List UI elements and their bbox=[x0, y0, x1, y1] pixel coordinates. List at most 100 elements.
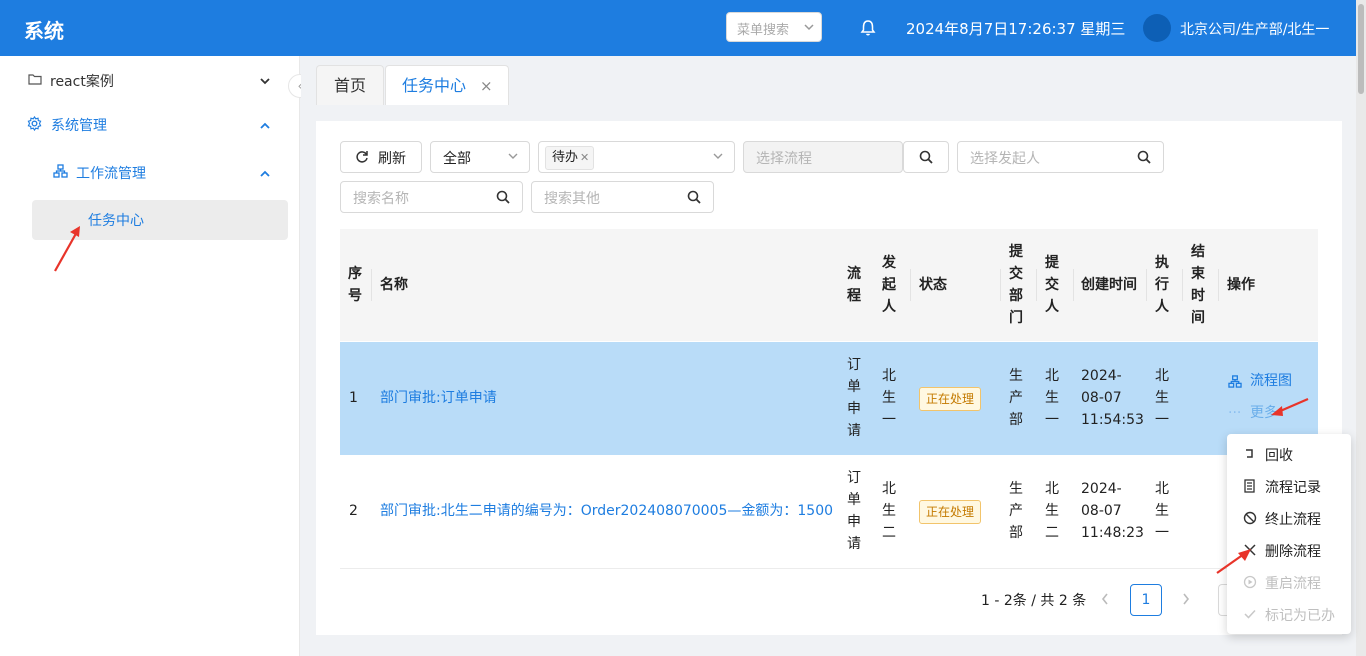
flowchart-link[interactable]: 流程图 bbox=[1250, 370, 1292, 392]
cell-initiator: 北生二 bbox=[882, 481, 896, 541]
more-actions-menu: 回收 流程记录 终止流程 删除流程 重启流程 标记为已办 bbox=[1227, 434, 1351, 634]
chevron-down-icon[interactable] bbox=[259, 75, 271, 91]
tab-home[interactable]: 首页 bbox=[316, 65, 384, 105]
search-icon bbox=[687, 190, 701, 208]
task-name-link[interactable]: 部门审批:订单申请 bbox=[380, 387, 497, 409]
menu-search-select[interactable]: 菜单搜索 bbox=[726, 12, 822, 42]
refresh-label: 刷新 bbox=[378, 151, 406, 167]
th-flow: 流程 bbox=[847, 266, 861, 304]
refresh-button[interactable]: 刷新 bbox=[340, 141, 422, 173]
flow-placeholder: 选择流程 bbox=[756, 151, 812, 167]
status-badge: 正在处理 bbox=[919, 387, 982, 411]
record-icon bbox=[1243, 479, 1257, 497]
chevron-down-icon bbox=[712, 150, 724, 166]
th-created: 创建时间 bbox=[1081, 277, 1137, 293]
sidebar-item-react[interactable]: react案例 bbox=[50, 71, 114, 91]
table-row[interactable]: 2 部门审批:北生二申请的编号为：Order202408070005—金额为：1… bbox=[340, 455, 1318, 569]
current-datetime: 2024年8月7日17:26:37 星期三 bbox=[906, 20, 1126, 38]
th-executor: 执行人 bbox=[1155, 255, 1169, 315]
th-initiator: 发起人 bbox=[882, 255, 896, 315]
chevron-down-icon bbox=[803, 21, 815, 37]
th-dept: 提交部门 bbox=[1009, 244, 1023, 326]
initiator-search-input[interactable]: 选择发起人 bbox=[957, 141, 1164, 173]
page-scrollbar[interactable] bbox=[1356, 0, 1366, 656]
cell-executor: 北生一 bbox=[1155, 481, 1169, 541]
gear-icon bbox=[27, 115, 42, 135]
cell-dept: 生产部 bbox=[1009, 368, 1023, 428]
scope-select[interactable]: 全部 bbox=[430, 141, 530, 173]
column-divider bbox=[1146, 269, 1147, 301]
tabs-bar: 首页 任务中心 × bbox=[301, 56, 1356, 106]
cell-flow: 订单申请 bbox=[847, 357, 861, 439]
cell-flow: 订单申请 bbox=[847, 470, 861, 552]
tab-label: 任务中心 bbox=[402, 76, 467, 95]
avatar[interactable] bbox=[1143, 14, 1171, 42]
folder-icon bbox=[28, 73, 42, 89]
th-index: 序号 bbox=[348, 266, 362, 304]
prev-page-icon[interactable] bbox=[1100, 592, 1110, 610]
annotation-arrow bbox=[54, 226, 80, 272]
table-row[interactable]: 1 部门审批:订单申请 订单申请 北生一 正在处理 生产部 北生一 2024- 0… bbox=[340, 342, 1318, 456]
status-multiselect[interactable]: 待办 ✕ bbox=[538, 141, 735, 173]
cell-index: 2 bbox=[349, 503, 358, 519]
column-divider bbox=[371, 269, 372, 301]
page-number-current[interactable]: 1 bbox=[1130, 584, 1162, 616]
user-org-label[interactable]: 北京公司/生产部/北生一 bbox=[1180, 19, 1329, 39]
search-icon bbox=[1137, 150, 1151, 168]
refresh-icon bbox=[355, 150, 369, 168]
search-icon bbox=[496, 190, 510, 208]
sidebar-item-system[interactable]: 系统管理 bbox=[51, 115, 107, 135]
column-divider bbox=[1182, 269, 1183, 301]
tab-label: 首页 bbox=[333, 76, 366, 95]
more-dots-icon: ··· bbox=[1228, 405, 1242, 421]
workflow-icon bbox=[53, 164, 68, 182]
status-tag-label: 待办 bbox=[552, 150, 579, 165]
workflow-icon bbox=[1228, 373, 1242, 395]
sidebar: react案例 系统管理 工作流管理 任务中心 bbox=[0, 56, 300, 656]
th-action: 操作 bbox=[1227, 277, 1255, 293]
app-title: 系统 bbox=[24, 19, 64, 43]
name-search-input[interactable]: 搜索名称 bbox=[340, 181, 523, 213]
column-divider bbox=[1036, 269, 1037, 301]
th-name: 名称 bbox=[380, 277, 408, 293]
recall-icon bbox=[1243, 447, 1257, 465]
close-icon[interactable]: ✕ bbox=[580, 151, 589, 164]
column-divider bbox=[910, 269, 911, 301]
sidebar-item-workflow[interactable]: 工作流管理 bbox=[76, 163, 146, 183]
restart-icon bbox=[1243, 575, 1257, 593]
cell-initiator: 北生一 bbox=[882, 368, 896, 428]
cell-executor: 北生一 bbox=[1155, 368, 1169, 428]
sidebar-item-label: 任务中心 bbox=[88, 213, 144, 229]
next-page-icon[interactable] bbox=[1181, 592, 1191, 610]
top-header: 系统 菜单搜索 2024年8月7日17:26:37 星期三 北京公司/生产部/北… bbox=[0, 0, 1356, 56]
cell-submitter: 北生二 bbox=[1045, 481, 1059, 541]
close-icon[interactable]: × bbox=[480, 66, 493, 106]
column-divider bbox=[1073, 269, 1074, 301]
flow-search-button[interactable] bbox=[903, 141, 949, 173]
initiator-placeholder: 选择发起人 bbox=[970, 151, 1040, 167]
check-icon bbox=[1243, 607, 1257, 625]
name-placeholder: 搜索名称 bbox=[353, 191, 409, 207]
annotation-arrow bbox=[1216, 549, 1251, 574]
cell-created: 2024- 08-07 11:54:53 bbox=[1081, 368, 1144, 428]
other-placeholder: 搜索其他 bbox=[544, 191, 600, 207]
cell-index: 1 bbox=[349, 390, 358, 406]
search-icon bbox=[919, 150, 933, 168]
column-divider bbox=[1000, 269, 1001, 301]
tab-task-center[interactable]: 任务中心 × bbox=[385, 65, 509, 105]
cell-dept: 生产部 bbox=[1009, 481, 1023, 541]
th-end-time: 结束时间 bbox=[1191, 244, 1205, 326]
other-search-input[interactable]: 搜索其他 bbox=[531, 181, 714, 213]
page-scrollbar-thumb[interactable] bbox=[1358, 4, 1364, 94]
cell-submitter: 北生一 bbox=[1045, 368, 1059, 428]
chevron-down-icon bbox=[507, 150, 519, 166]
bell-icon[interactable] bbox=[860, 19, 876, 41]
status-badge: 正在处理 bbox=[919, 500, 982, 524]
flow-select[interactable]: 选择流程 bbox=[743, 141, 903, 173]
chevron-up-icon[interactable] bbox=[259, 167, 271, 183]
task-name-link[interactable]: 部门审批:北生二申请的编号为：Order202408070005—金额为：150… bbox=[380, 500, 833, 522]
scope-value: 全部 bbox=[443, 151, 471, 167]
annotation-arrow bbox=[1271, 397, 1309, 416]
chevron-up-icon[interactable] bbox=[259, 119, 271, 135]
th-status: 状态 bbox=[919, 277, 947, 293]
